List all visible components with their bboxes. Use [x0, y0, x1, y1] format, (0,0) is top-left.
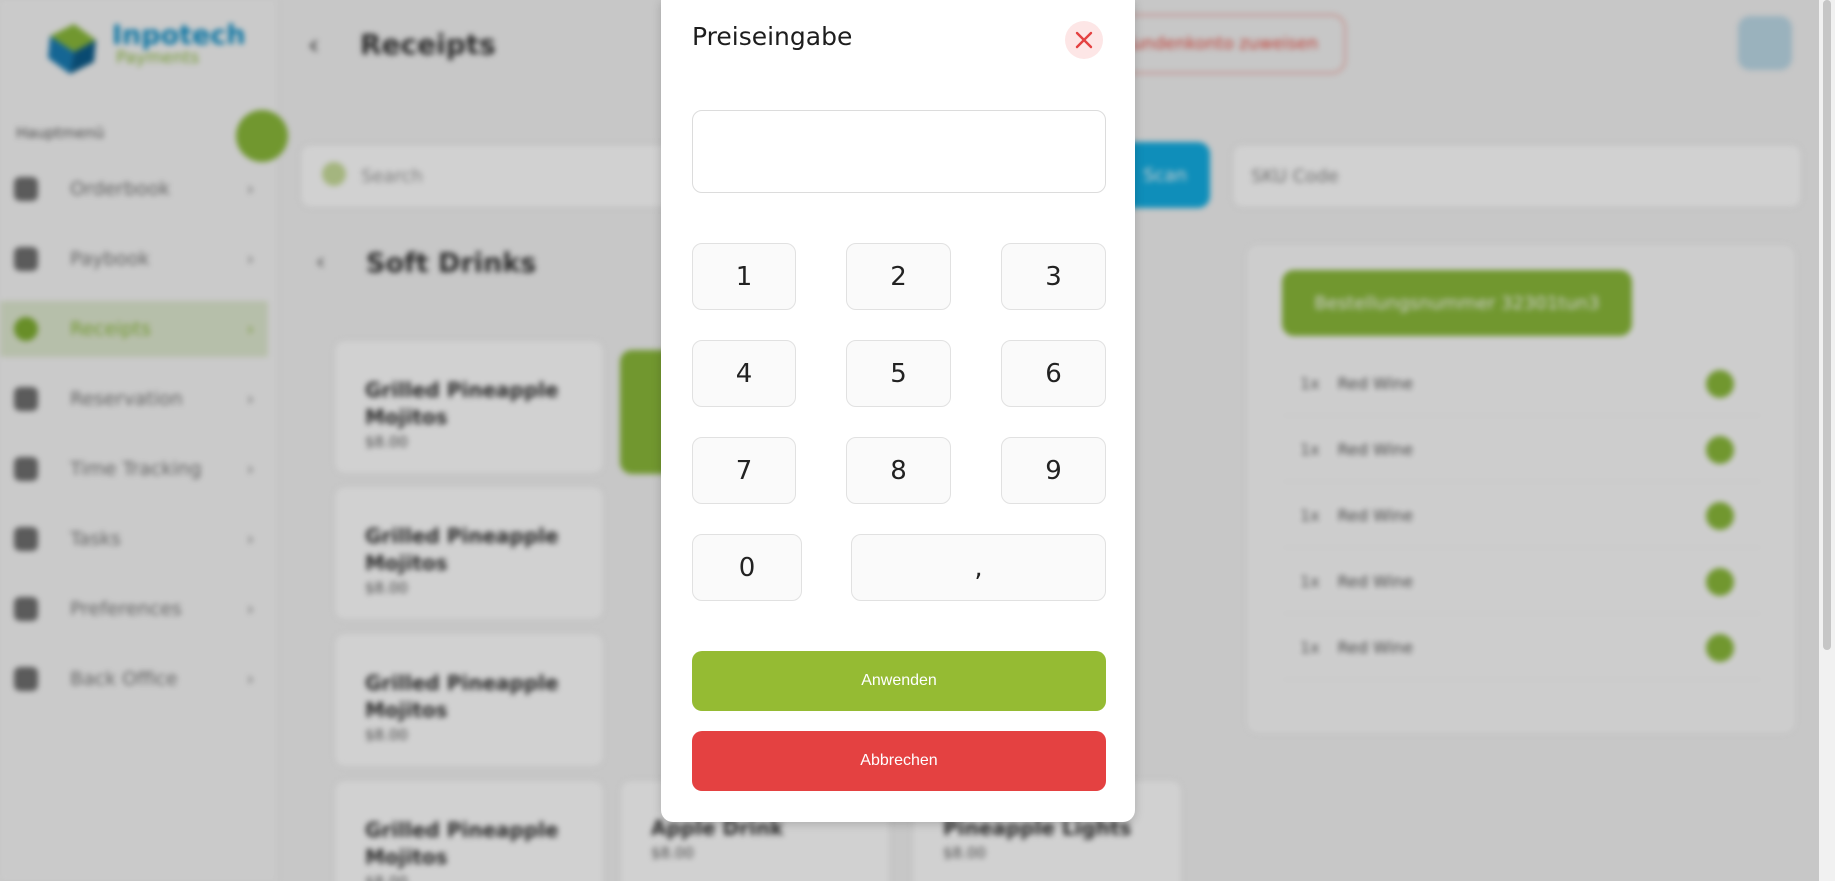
key-4[interactable]: 4 [692, 340, 796, 407]
key-3[interactable]: 3 [1001, 243, 1106, 310]
key-5[interactable]: 5 [846, 340, 951, 407]
app-root: Inpotech Payments Hauptmenü Orderbook › … [0, 0, 1835, 881]
scrollbar-thumb[interactable] [1823, 0, 1831, 650]
dialog-title: Preiseingabe [692, 22, 853, 51]
key-8[interactable]: 8 [846, 437, 951, 504]
price-entry-dialog: Preiseingabe 1 2 3 4 5 6 7 8 9 0 , Anwen… [661, 0, 1135, 822]
key-6[interactable]: 6 [1001, 340, 1106, 407]
close-icon [1075, 31, 1093, 49]
price-input[interactable] [692, 110, 1106, 193]
scrollbar[interactable] [1819, 0, 1835, 881]
key-decimal-comma[interactable]: , [851, 534, 1106, 601]
apply-button[interactable]: Anwenden [692, 651, 1106, 711]
key-0[interactable]: 0 [692, 534, 802, 601]
key-7[interactable]: 7 [692, 437, 796, 504]
close-button[interactable] [1065, 21, 1103, 59]
key-1[interactable]: 1 [692, 243, 796, 310]
key-2[interactable]: 2 [846, 243, 951, 310]
cancel-button[interactable]: Abbrechen [692, 731, 1106, 791]
key-9[interactable]: 9 [1001, 437, 1106, 504]
